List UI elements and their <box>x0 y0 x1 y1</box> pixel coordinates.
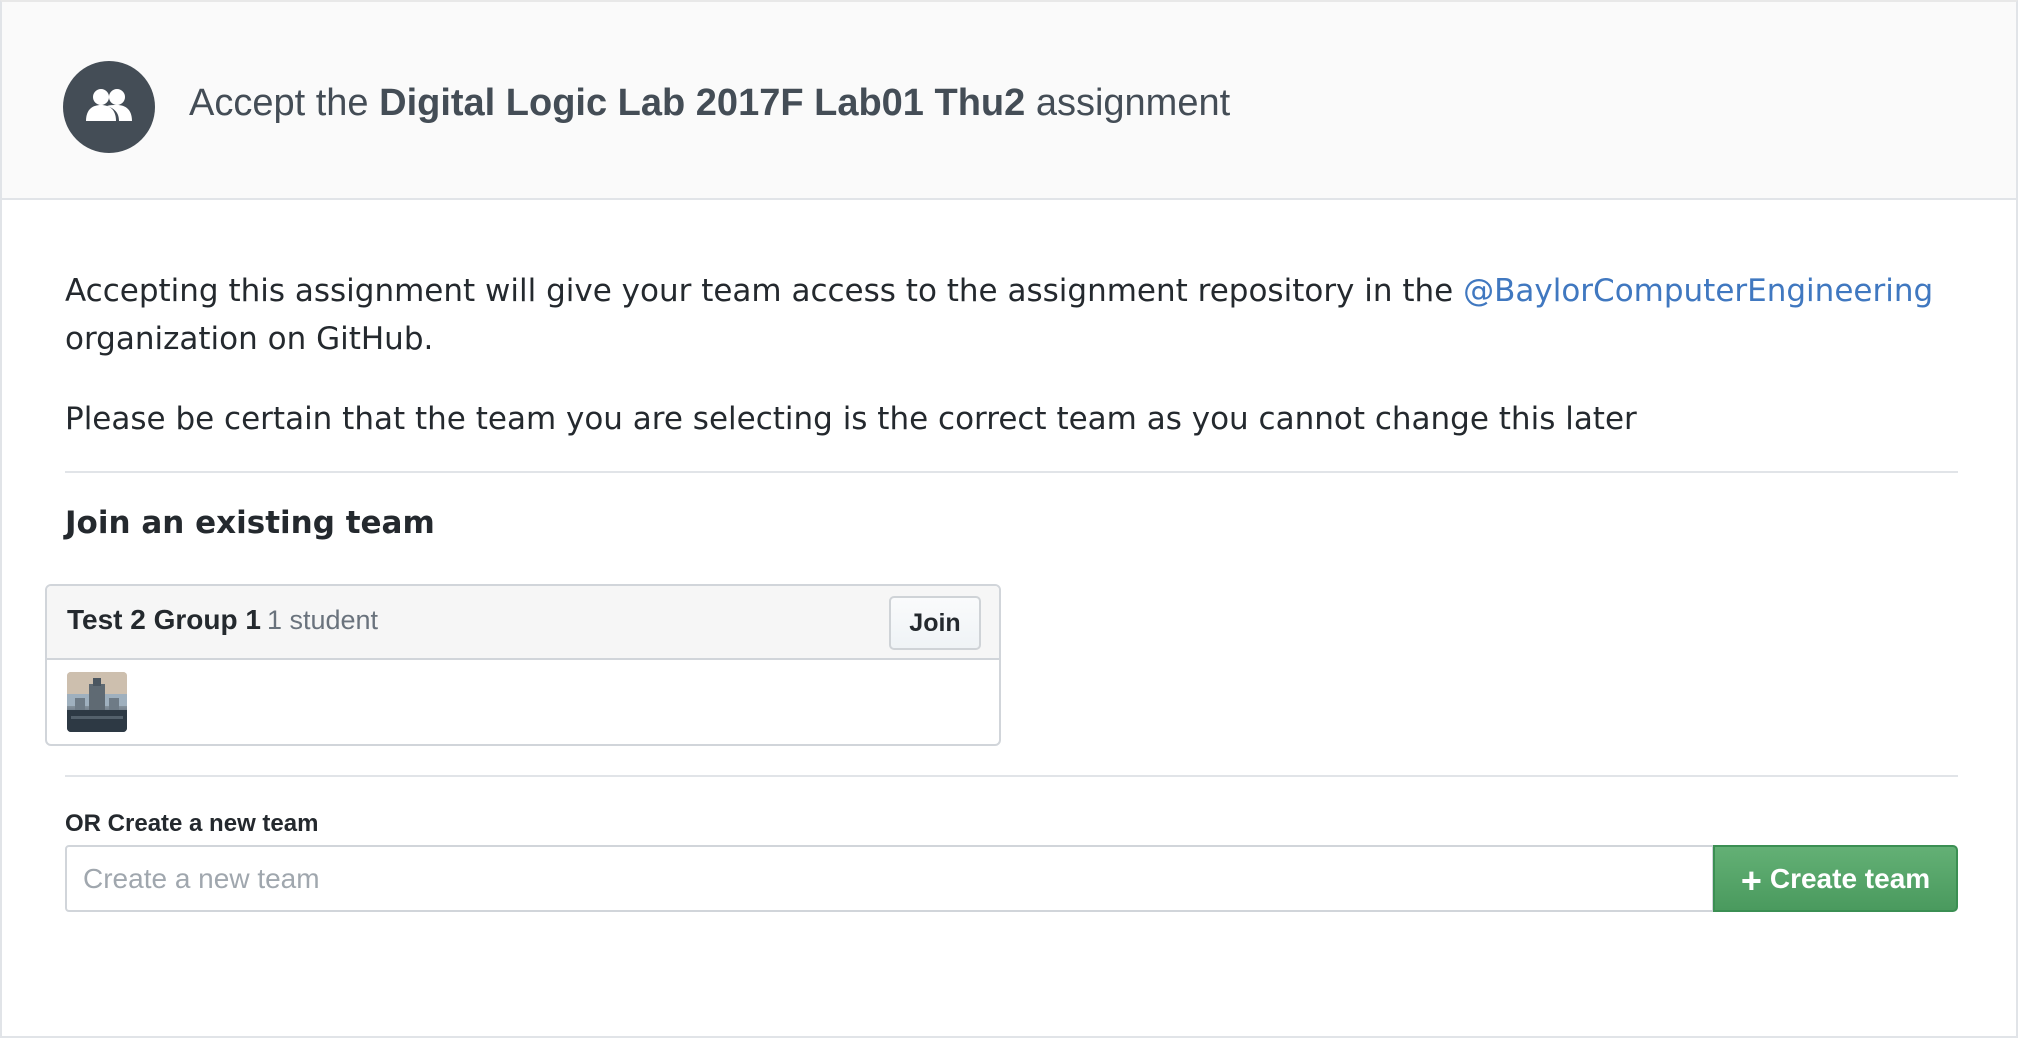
team-card: Test 2 Group 11 student Join <box>45 584 1001 746</box>
create-team-label: OR Create a new team <box>65 810 319 837</box>
team-card-header: Test 2 Group 11 student Join <box>47 586 999 660</box>
plus-icon: + <box>1740 859 1762 901</box>
page: Accept the Digital Logic Lab 2017F Lab01… <box>0 0 2026 1042</box>
warning-text: Please be certain that the team you are … <box>65 401 1637 437</box>
intro-text-after: organization on GitHub. <box>65 321 434 357</box>
member-avatar[interactable] <box>67 672 127 732</box>
assignment-panel: Accept the Digital Logic Lab 2017F Lab01… <box>0 0 2018 1038</box>
team-name-row: Test 2 Group 11 student <box>67 604 378 636</box>
team-name: Test 2 Group 1 <box>67 604 261 635</box>
people-icon <box>86 89 132 121</box>
create-team-button-label: Create team <box>1769 862 1931 894</box>
intro-text-before: Accepting this assignment will give your… <box>65 273 1454 309</box>
avatar-photo <box>67 672 127 732</box>
title-suffix: assignment <box>1035 82 1231 124</box>
divider <box>65 471 1958 473</box>
join-section-title: Join an existing team <box>65 505 435 541</box>
divider <box>65 775 1958 777</box>
organization-link[interactable]: @BaylorComputerEngineering <box>1463 273 1933 309</box>
team-icon <box>63 61 155 153</box>
assignment-name: Digital Logic Lab 2017F Lab01 Thu2 <box>379 82 1026 124</box>
page-title: Accept the Digital Logic Lab 2017F Lab01… <box>189 74 1230 132</box>
create-team-button[interactable]: + Create team <box>1713 845 1958 912</box>
team-member-count: 1 student <box>266 605 379 635</box>
join-button[interactable]: Join <box>889 596 981 650</box>
panel-header: Accept the Digital Logic Lab 2017F Lab01… <box>2 2 2016 200</box>
create-team-input[interactable] <box>65 845 1714 912</box>
intro-text: Accepting this assignment will give your… <box>65 267 1933 363</box>
title-prefix: Accept the <box>189 82 369 124</box>
